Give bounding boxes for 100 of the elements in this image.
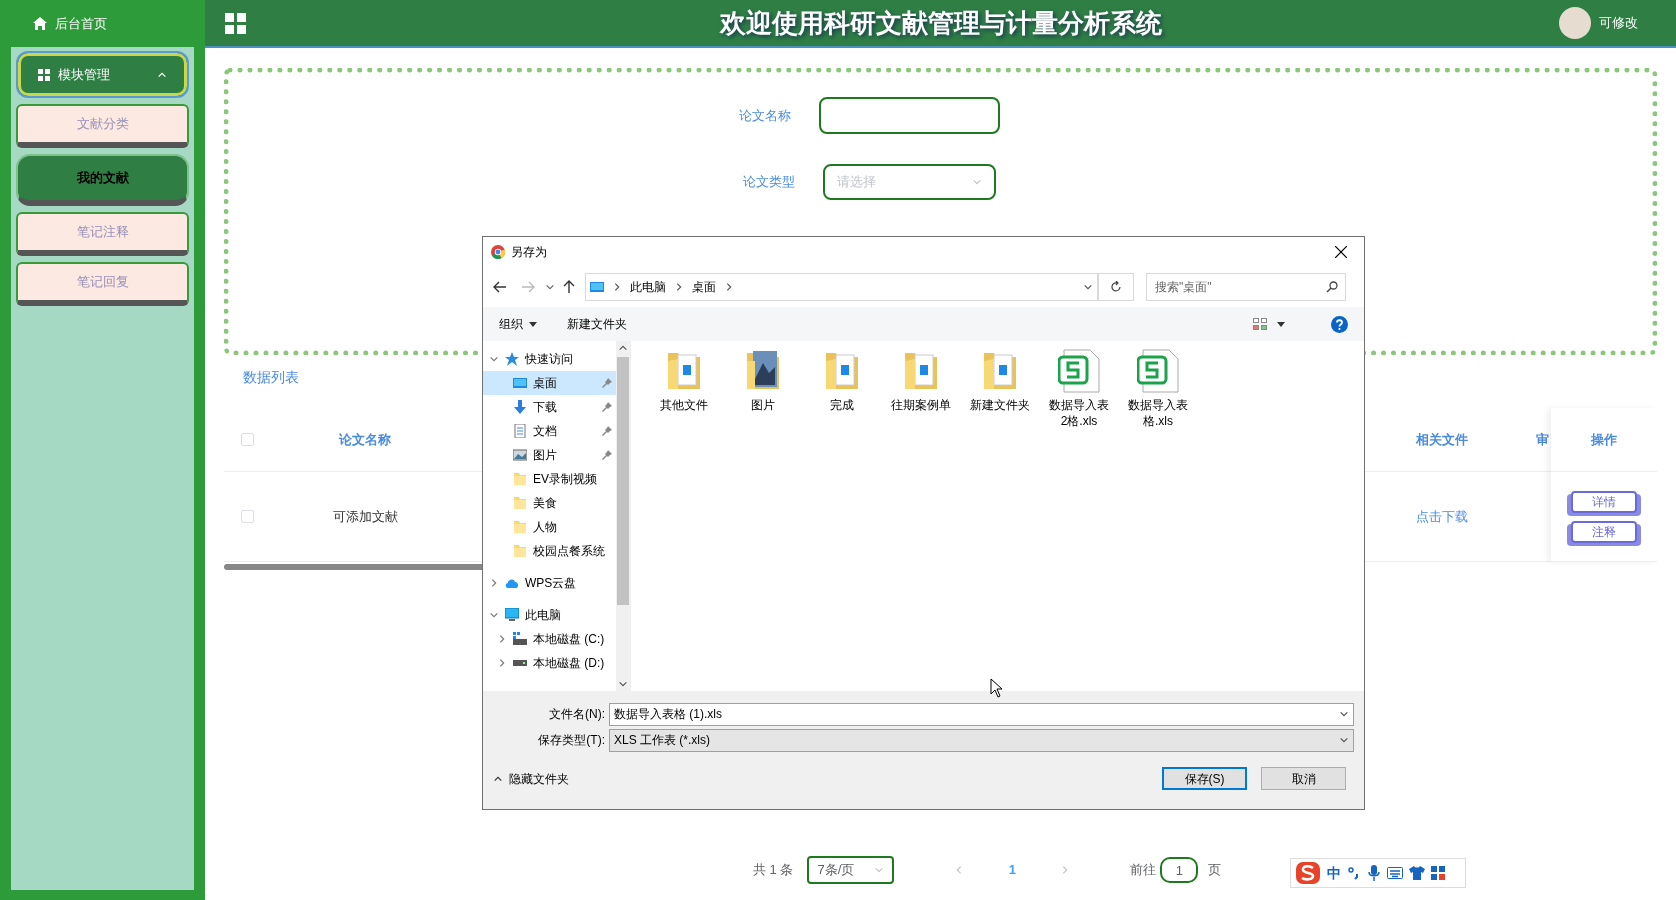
download-link[interactable]: 点击下载	[1382, 506, 1502, 527]
row-checkbox[interactable]	[240, 510, 254, 523]
tree-item[interactable]: 人物	[483, 515, 616, 539]
column-header: 操作	[1590, 430, 1618, 449]
tree-item[interactable]: 图片	[483, 443, 616, 467]
breadcrumb[interactable]: 此电脑	[630, 278, 666, 296]
keyboard-icon[interactable]	[1387, 867, 1403, 879]
chevron-down-icon	[874, 865, 885, 875]
goto-page-input[interactable]: 1	[1160, 857, 1199, 883]
shirt-icon[interactable]	[1409, 866, 1425, 880]
tree-item[interactable]: 校园点餐系统	[483, 539, 616, 563]
drive-icon	[513, 632, 527, 646]
avatar[interactable]	[1559, 7, 1591, 39]
chevron-down-icon	[1083, 282, 1093, 292]
column-header: 相关文件	[1415, 430, 1469, 449]
field-label: 文件名(N):	[548, 706, 605, 723]
computer-icon	[505, 608, 519, 622]
tree-item[interactable]: 本地磁盘 (C:)	[483, 627, 616, 651]
column-header: 审	[1535, 430, 1550, 449]
chevron-down-icon	[545, 282, 555, 292]
file-item[interactable]: 新建文件夹	[963, 349, 1037, 413]
goto-label: 前往	[1130, 861, 1157, 880]
file-item[interactable]: 其他文件	[647, 349, 721, 413]
tree-item[interactable]: 快速访问	[483, 347, 616, 371]
tree-item[interactable]: WPS云盘	[483, 571, 616, 595]
grid-menu-icon[interactable]	[225, 12, 246, 34]
chevron-down-icon	[1339, 735, 1349, 745]
sidebar-item[interactable]: 我的文献	[16, 154, 189, 206]
list-title: 数据列表	[243, 368, 299, 387]
dialog-button[interactable]: 取消	[1261, 767, 1346, 790]
refresh-button[interactable]	[1098, 273, 1134, 301]
tree-item[interactable]: 下载	[483, 395, 616, 419]
user-name[interactable]: 可修改	[1599, 13, 1638, 33]
search-icon	[1326, 281, 1338, 293]
refresh-icon	[1110, 281, 1122, 293]
module-menu-toggle[interactable]: 模块管理	[16, 51, 189, 98]
help-icon[interactable]	[1331, 315, 1348, 333]
grid-icon[interactable]	[1431, 866, 1445, 880]
browser-logo-icon	[491, 245, 505, 259]
ime-logo-icon[interactable]	[1295, 861, 1321, 885]
dropdown-triangle-icon	[529, 321, 537, 327]
microphone-icon[interactable]	[1367, 865, 1381, 881]
drive-icon	[513, 660, 527, 666]
hide-folders-button[interactable]: 隐藏文件夹	[493, 769, 569, 788]
file-type-select[interactable]: XLS 工作表 (*.xls)	[609, 728, 1354, 752]
file-item[interactable]: 完成	[805, 349, 879, 413]
field-label: 论文类型	[742, 173, 795, 192]
home-icon	[33, 17, 47, 30]
up-arrow-icon[interactable]	[563, 280, 575, 294]
filename-field[interactable]: 数据导入表格 (1).xls	[609, 702, 1354, 726]
row-checkbox[interactable]	[240, 433, 254, 446]
mouse-cursor-icon	[990, 678, 1004, 698]
chevron-down-icon	[972, 177, 982, 187]
folder-icon	[513, 520, 527, 534]
folder-icon	[513, 544, 527, 558]
view-options-button[interactable]	[1253, 318, 1285, 330]
tree-item[interactable]: 桌面	[483, 371, 616, 395]
total-count: 共 1 条	[753, 861, 794, 880]
toolbar-button[interactable]: 组织	[499, 315, 537, 333]
spreadsheet-file-icon	[1137, 349, 1179, 393]
tree-item[interactable]: 此电脑	[483, 603, 616, 627]
file-item[interactable]: 往期案例单	[884, 349, 958, 413]
input-mode[interactable]: 中	[1327, 862, 1341, 884]
grid-icon	[38, 68, 50, 81]
tree-item[interactable]: 文档	[483, 419, 616, 443]
picture-icon	[513, 448, 527, 462]
vertical-scrollbar[interactable]	[616, 341, 630, 691]
close-icon	[1335, 246, 1347, 258]
monitor-icon	[590, 280, 604, 294]
cloud-icon	[505, 576, 519, 590]
page-suffix: 页	[1208, 861, 1222, 880]
search-field[interactable]: 搜索"桌面"	[1146, 273, 1346, 301]
back-arrow-icon[interactable]	[493, 281, 507, 293]
down-arrow-icon	[513, 400, 527, 414]
toolbar-button[interactable]: 新建文件夹	[567, 315, 627, 333]
name-input[interactable]	[819, 97, 1000, 134]
tree-item[interactable]: 本地磁盘 (D:)	[483, 651, 616, 675]
view-icon	[1253, 318, 1267, 330]
tree-item[interactable]: 美食	[483, 491, 616, 515]
dropdown-triangle-icon	[1277, 321, 1285, 327]
file-item[interactable]: 数据导入表2格.xls	[1042, 349, 1116, 429]
breadcrumb[interactable]: 桌面	[692, 278, 716, 296]
address-bar[interactable]: 此电脑 桌面	[585, 273, 1098, 301]
field-label: 论文名称	[738, 106, 791, 125]
chevron-up-icon	[618, 343, 628, 353]
punctuation-icon[interactable]	[1347, 866, 1361, 880]
chevron-right-icon	[612, 282, 622, 292]
dialog-title: 另存为	[511, 244, 548, 261]
file-item[interactable]: 图片	[726, 349, 800, 413]
tree-item[interactable]: EV录制视频	[483, 467, 616, 491]
home-link[interactable]: 后台首页	[11, 0, 194, 47]
document-icon	[513, 424, 527, 438]
file-item[interactable]: 数据导入表格.xls	[1121, 349, 1195, 429]
page-size-select[interactable]: 7条/页	[807, 856, 895, 884]
chevron-down-icon	[618, 679, 628, 689]
folder-icon	[513, 472, 527, 486]
dialog-button[interactable]: 保存(S)	[1162, 767, 1247, 790]
spreadsheet-file-icon	[1058, 349, 1100, 393]
field-label: 保存类型(T):	[537, 732, 605, 749]
column-header: 论文名称	[337, 430, 392, 449]
